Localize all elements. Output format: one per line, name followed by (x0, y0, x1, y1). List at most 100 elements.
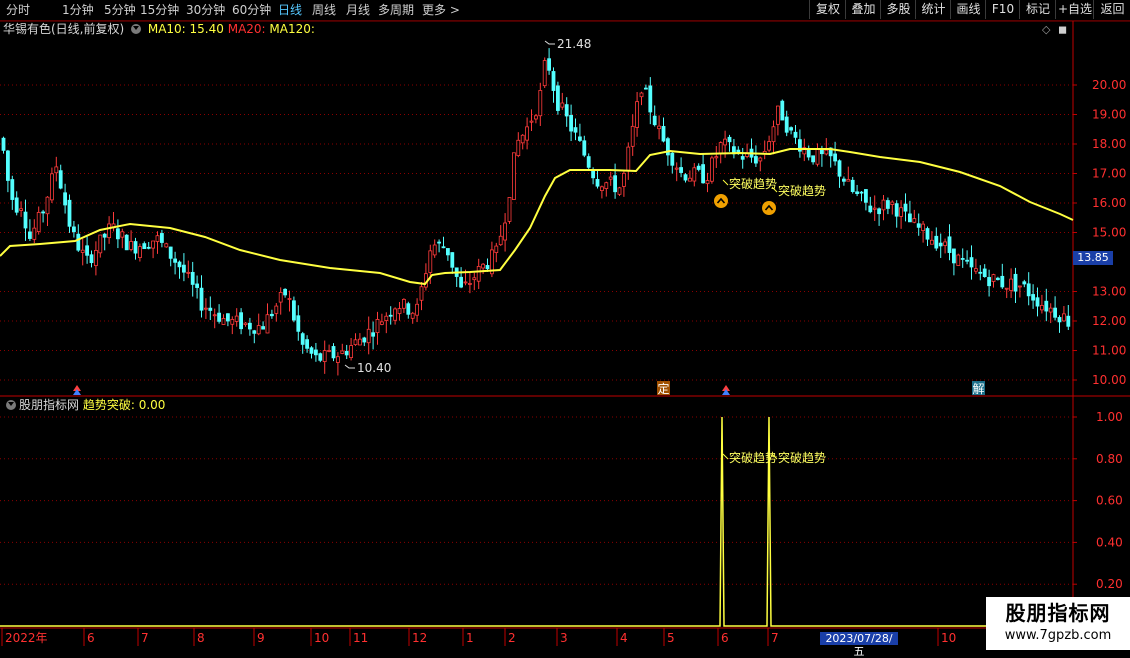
trend-breakout-line (0, 416, 1073, 627)
candle-body (679, 167, 683, 173)
period-tab-9[interactable]: 多周期 (378, 2, 414, 18)
candle-body (595, 179, 600, 187)
main-chart-title: 华锡有色(日线,前复权) MA10: 15.40 MA20: MA120: (3, 22, 315, 36)
candle-body (243, 322, 248, 326)
candle-body (947, 236, 952, 253)
toolbar-button-5[interactable]: F10 (985, 0, 1020, 19)
candle-body (520, 134, 525, 144)
price-tick-label: 15.00 (1092, 226, 1126, 240)
indicator-signal-label: 突破趋势 (729, 450, 777, 465)
candle-body (362, 337, 367, 343)
candle-body (881, 199, 886, 211)
candle-body (164, 243, 169, 248)
period-tab-8[interactable]: 月线 (346, 2, 370, 18)
candle-body (203, 307, 208, 310)
candle-body (1057, 317, 1062, 323)
low-price-label: 10.40 (357, 361, 391, 375)
candle-body (419, 286, 424, 301)
candle-body (199, 287, 204, 311)
candle-body (908, 213, 912, 223)
toolbar-button-6[interactable]: 标记 (1019, 0, 1056, 19)
toolbar-button-0[interactable]: 复权 (809, 0, 846, 19)
candle-body (837, 160, 842, 177)
square-icon[interactable]: ◼ (1058, 23, 1067, 36)
candle-body (129, 241, 134, 250)
candle-body (503, 222, 508, 241)
candle-body (256, 325, 261, 335)
ma10-label: MA10: 15.40 (147, 22, 224, 36)
candle-body (485, 265, 490, 270)
toolbar-button-2[interactable]: 多股 (880, 0, 916, 19)
period-tab-10[interactable]: 更多 > (422, 2, 460, 18)
candle-body (670, 152, 675, 166)
period-tab-3[interactable]: 15分钟 (140, 2, 179, 18)
candle-body (278, 292, 283, 303)
candle-body (705, 180, 710, 185)
candle-body (978, 271, 983, 274)
toolbar-button-8[interactable]: 返回 (1093, 0, 1130, 19)
time-axis-label: 2 (508, 631, 516, 645)
chevron-down-icon[interactable] (6, 400, 16, 410)
candle-body (225, 313, 230, 322)
candle-body (327, 350, 332, 352)
candle-body (428, 250, 433, 273)
candle-body (463, 281, 468, 284)
period-tab-6[interactable]: 日线 (278, 2, 302, 18)
time-axis-label: 7 (141, 631, 149, 645)
candle-body (137, 246, 142, 259)
candle-body (1022, 281, 1027, 285)
toolbar-button-3[interactable]: 统计 (915, 0, 951, 19)
candle-body (833, 153, 837, 162)
candle-body (181, 264, 186, 273)
candle-body (305, 339, 310, 349)
candle-body (50, 173, 54, 201)
period-tab-1[interactable]: 1分钟 (62, 2, 94, 18)
candle-body (27, 231, 32, 239)
candle-body (1053, 307, 1057, 318)
candle-body (230, 319, 235, 325)
candle-body (14, 197, 19, 213)
candle-body (472, 277, 477, 281)
price-tick-label: 18.00 (1092, 137, 1126, 151)
candle-body (688, 177, 692, 182)
diamond-icon[interactable]: ◇ (1042, 23, 1050, 36)
time-axis-label: 10 (941, 631, 956, 645)
indicator-title: 股朋指标网 趋势突破: 0.00 (3, 398, 165, 412)
candle-body (573, 127, 578, 133)
candle-body (516, 139, 521, 157)
candle-body (494, 245, 499, 253)
chevron-down-icon[interactable] (131, 24, 142, 34)
candle-body (661, 126, 666, 142)
toolbar-button-4[interactable]: 画线 (950, 0, 986, 19)
candle-body (846, 179, 851, 182)
candle-body (683, 174, 688, 181)
candle-body (529, 120, 534, 123)
candle-body (842, 178, 846, 182)
period-tab-5[interactable]: 60分钟 (232, 2, 271, 18)
kline-chart-canvas[interactable]: 20.00 19.00 18.00 17.00 16.00 15.00 13.00 12.00… (0, 0, 1130, 650)
candle-body (965, 259, 969, 262)
cursor-date-tag: 2023/07/28/五 (820, 632, 898, 658)
indicator-signal-label-pointer (722, 453, 729, 460)
toolbar-button-7[interactable]: +自选 (1055, 0, 1094, 19)
indicator-tick-label: 0.20 (1096, 577, 1123, 591)
candle-body (406, 303, 411, 315)
time-axis-label: 7 (771, 631, 779, 645)
candle-body (864, 189, 868, 203)
period-tab-2[interactable]: 5分钟 (104, 2, 136, 18)
period-tab-7[interactable]: 周线 (312, 2, 336, 18)
candle-body (36, 212, 41, 232)
candle-body (98, 234, 103, 254)
time-axis-label: 8 (197, 631, 205, 645)
period-tab-0[interactable]: 分时 (6, 2, 30, 18)
candle-body (331, 346, 336, 359)
period-tab-4[interactable]: 30分钟 (186, 2, 225, 18)
candle-body (375, 319, 380, 334)
candle-body (582, 140, 587, 156)
candle-body (19, 208, 24, 211)
candle-body (146, 246, 151, 249)
marker-jie: 解 (972, 382, 984, 396)
current-price-tag: 13.85 (1073, 251, 1113, 265)
toolbar-button-1[interactable]: 叠加 (845, 0, 881, 19)
candle-body (622, 172, 626, 187)
